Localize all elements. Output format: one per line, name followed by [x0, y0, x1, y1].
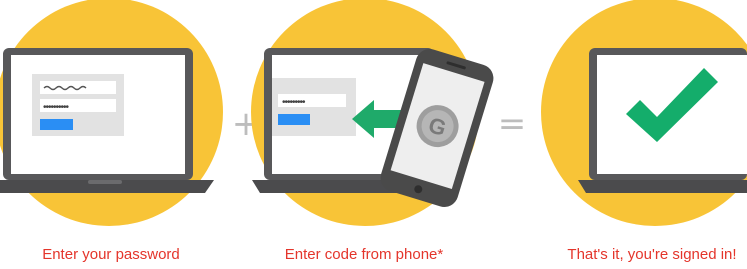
equals-operator: =	[498, 104, 527, 144]
two-step-verification-illustration: •••••••••• + ••••••••• G = Enter your pa…	[0, 0, 747, 269]
step-3-caption: That's it, you're signed in!	[567, 246, 737, 263]
step-1-illustration: ••••••••••	[0, 0, 223, 226]
step-1-laptop-notch	[88, 180, 122, 184]
step-1-username-field	[40, 81, 116, 94]
step-2-illustration: ••••••••• G	[251, 0, 494, 226]
steps-artwork: •••••••••• + ••••••••• G =	[0, 0, 747, 226]
step-2-verify-button	[278, 114, 310, 125]
step-3-illustration	[541, 0, 747, 226]
step-2-caption: Enter code from phone*	[284, 246, 444, 263]
step-1-signin-button	[40, 119, 73, 130]
step-2-code-mask: •••••••••	[282, 97, 306, 108]
step-1-caption: Enter your password	[42, 246, 180, 263]
step-1-password-mask: ••••••••••	[43, 102, 70, 113]
step-3-laptop-base	[578, 180, 747, 193]
